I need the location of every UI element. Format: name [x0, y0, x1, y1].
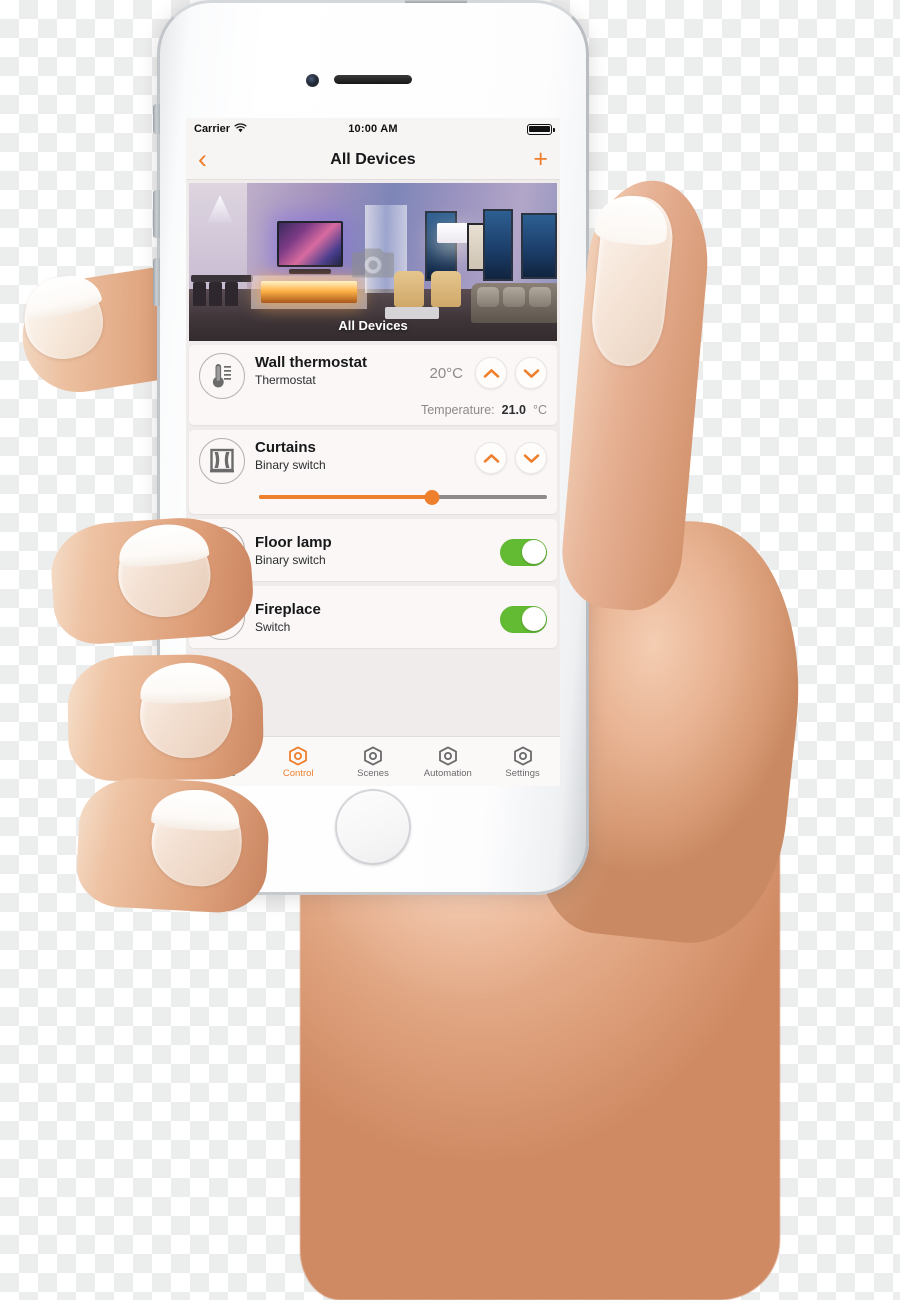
- hand-front-fingers: [0, 0, 900, 1300]
